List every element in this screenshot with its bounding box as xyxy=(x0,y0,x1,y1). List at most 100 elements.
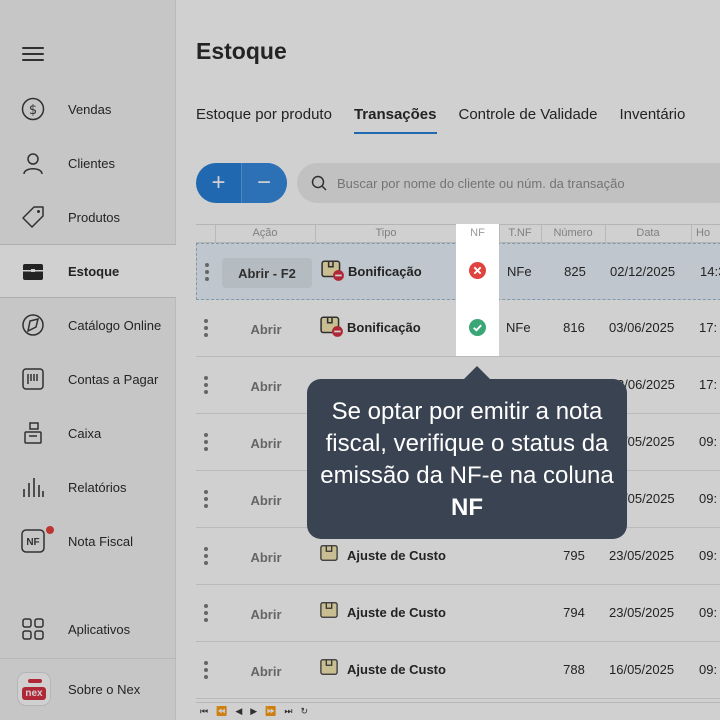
sidebar-item-aplicativos[interactable]: Aplicativos xyxy=(0,602,176,656)
sidebar-item-label: Caixa xyxy=(68,425,102,441)
hamburger-menu-icon[interactable] xyxy=(22,44,44,62)
open-button[interactable]: Abrir xyxy=(221,542,311,572)
sidebar-item-catalogo[interactable]: Catálogo Online xyxy=(0,298,176,352)
page-title: Estoque xyxy=(196,38,287,64)
nf-error-icon xyxy=(469,262,486,279)
sidebar-item-label: Sobre o Nex xyxy=(68,681,141,697)
tooltip-bold-text: NF xyxy=(451,494,483,521)
user-icon xyxy=(20,150,46,176)
nex-logo-text: nex xyxy=(22,686,46,700)
invoice-icon xyxy=(20,366,46,392)
add-remove-group: + − xyxy=(196,163,287,203)
row-tipo: Bonificação xyxy=(347,320,421,335)
row-data: 02/12/2025 xyxy=(610,264,676,279)
row-menu-icon[interactable] xyxy=(204,490,208,508)
sidebar-item-sobre[interactable]: nex Sobre o Nex xyxy=(0,662,176,716)
row-hora: 09: xyxy=(699,434,718,449)
tag-icon xyxy=(20,204,46,230)
table-row[interactable]: Abrir Ajuste de Custo 794 23/05/2025 09: xyxy=(196,585,720,642)
sidebar-item-label: Catálogo Online xyxy=(68,317,162,333)
row-numero: 795 xyxy=(563,548,585,563)
last-page-button[interactable]: ⏭ xyxy=(284,706,292,717)
tooltip-text: Se optar por emitir a nota fiscal, verif… xyxy=(320,398,614,489)
row-tipo: Ajuste de Custo xyxy=(347,605,446,620)
notification-dot xyxy=(46,526,54,534)
remove-button[interactable]: − xyxy=(241,163,286,203)
row-hora: 09: xyxy=(699,662,718,677)
row-hora: 17: xyxy=(699,377,718,392)
sidebar-item-produtos[interactable]: Produtos xyxy=(0,190,176,244)
row-tipo: Ajuste de Custo xyxy=(347,662,446,677)
sidebar-item-label: Estoque xyxy=(68,263,120,279)
sidebar: $ Vendas Clientes Produtos Estoque Catál… xyxy=(0,0,176,720)
col-hora[interactable]: Ho xyxy=(696,227,720,239)
row-menu-icon[interactable] xyxy=(205,263,209,281)
sidebar-item-label: Vendas xyxy=(68,101,112,117)
open-button[interactable]: Abrir - F2 xyxy=(222,258,312,288)
sidebar-item-contas[interactable]: Contas a Pagar xyxy=(0,352,176,406)
svg-text:NF: NF xyxy=(26,537,39,548)
next-page-button[interactable]: ▶ xyxy=(250,706,257,717)
col-data[interactable]: Data xyxy=(605,227,691,239)
row-data: 03/06/2025 xyxy=(609,320,675,335)
sidebar-item-clientes[interactable]: Clientes xyxy=(0,136,176,190)
row-menu-icon[interactable] xyxy=(204,376,208,394)
col-tipo[interactable]: Tipo xyxy=(316,227,456,239)
svg-text:$: $ xyxy=(29,103,37,118)
row-numero: 816 xyxy=(563,320,585,335)
search-input[interactable] xyxy=(337,175,717,191)
tab-inventario[interactable]: Inventário xyxy=(619,106,685,134)
nf-icon: NF xyxy=(20,528,46,554)
row-data: /05/2025 xyxy=(624,491,675,506)
row-numero: 788 xyxy=(563,662,585,677)
row-menu-icon[interactable] xyxy=(204,547,208,565)
bar-chart-icon xyxy=(20,474,46,500)
row-menu-icon[interactable] xyxy=(204,433,208,451)
sidebar-item-label: Clientes xyxy=(68,155,115,171)
open-button[interactable]: Abrir xyxy=(221,428,311,458)
tab-controle-validade[interactable]: Controle de Validade xyxy=(459,106,598,134)
col-numero[interactable]: Número xyxy=(541,227,605,239)
open-button[interactable]: Abrir xyxy=(221,656,311,686)
divider xyxy=(0,658,176,659)
sidebar-item-relatorios[interactable]: Relatórios xyxy=(0,460,176,514)
row-data: 23/05/2025 xyxy=(609,548,675,563)
prev-page-button[interactable]: ◀ xyxy=(235,706,242,717)
tab-transacoes[interactable]: Transações xyxy=(353,106,437,134)
tour-tooltip[interactable]: Se optar por emitir a nota fiscal, verif… xyxy=(307,379,627,539)
row-menu-icon[interactable] xyxy=(204,604,208,622)
col-tnf[interactable]: T.NF xyxy=(499,227,541,239)
col-acao[interactable]: Ação xyxy=(216,227,314,239)
sidebar-item-vendas[interactable]: $ Vendas xyxy=(0,82,176,136)
row-menu-icon[interactable] xyxy=(204,319,208,337)
tab-estoque-por-produto[interactable]: Estoque por produto xyxy=(196,106,332,134)
row-hora: 09: xyxy=(699,605,718,620)
prev-block-button[interactable]: ⏪ xyxy=(216,706,227,717)
sidebar-item-label: Relatórios xyxy=(68,479,127,495)
dollar-circle-icon: $ xyxy=(20,96,46,122)
row-tnf: NFe xyxy=(506,320,531,335)
open-button[interactable]: Abrir xyxy=(221,485,311,515)
open-button[interactable]: Abrir xyxy=(221,371,311,401)
sidebar-item-caixa[interactable]: Caixa xyxy=(0,406,176,460)
add-button[interactable]: + xyxy=(196,163,241,203)
tooltip-arrow xyxy=(463,366,491,380)
search-bar xyxy=(297,163,720,203)
next-block-button[interactable]: ⏩ xyxy=(265,706,276,717)
first-page-button[interactable]: ⏮ xyxy=(200,706,208,717)
row-menu-icon[interactable] xyxy=(204,661,208,679)
open-button[interactable]: Abrir xyxy=(221,599,311,629)
main-content: Estoque Estoque por produto Transações C… xyxy=(176,0,720,720)
catalog-icon xyxy=(20,312,46,338)
refresh-button[interactable]: ↻ xyxy=(301,706,309,717)
sidebar-item-nota-fiscal[interactable]: NF Nota Fiscal xyxy=(0,514,176,568)
open-button[interactable]: Abrir xyxy=(221,314,311,344)
row-tipo: Ajuste de Custo xyxy=(347,548,446,563)
row-tnf: NFe xyxy=(507,264,532,279)
box-minus-icon xyxy=(320,316,343,337)
row-data: 23/05/2025 xyxy=(609,605,675,620)
table-row[interactable]: Abrir Ajuste de Custo 788 16/05/2025 09: xyxy=(196,642,720,699)
box-icon xyxy=(320,545,338,561)
box-icon xyxy=(320,659,338,675)
sidebar-item-estoque[interactable]: Estoque xyxy=(0,244,176,298)
